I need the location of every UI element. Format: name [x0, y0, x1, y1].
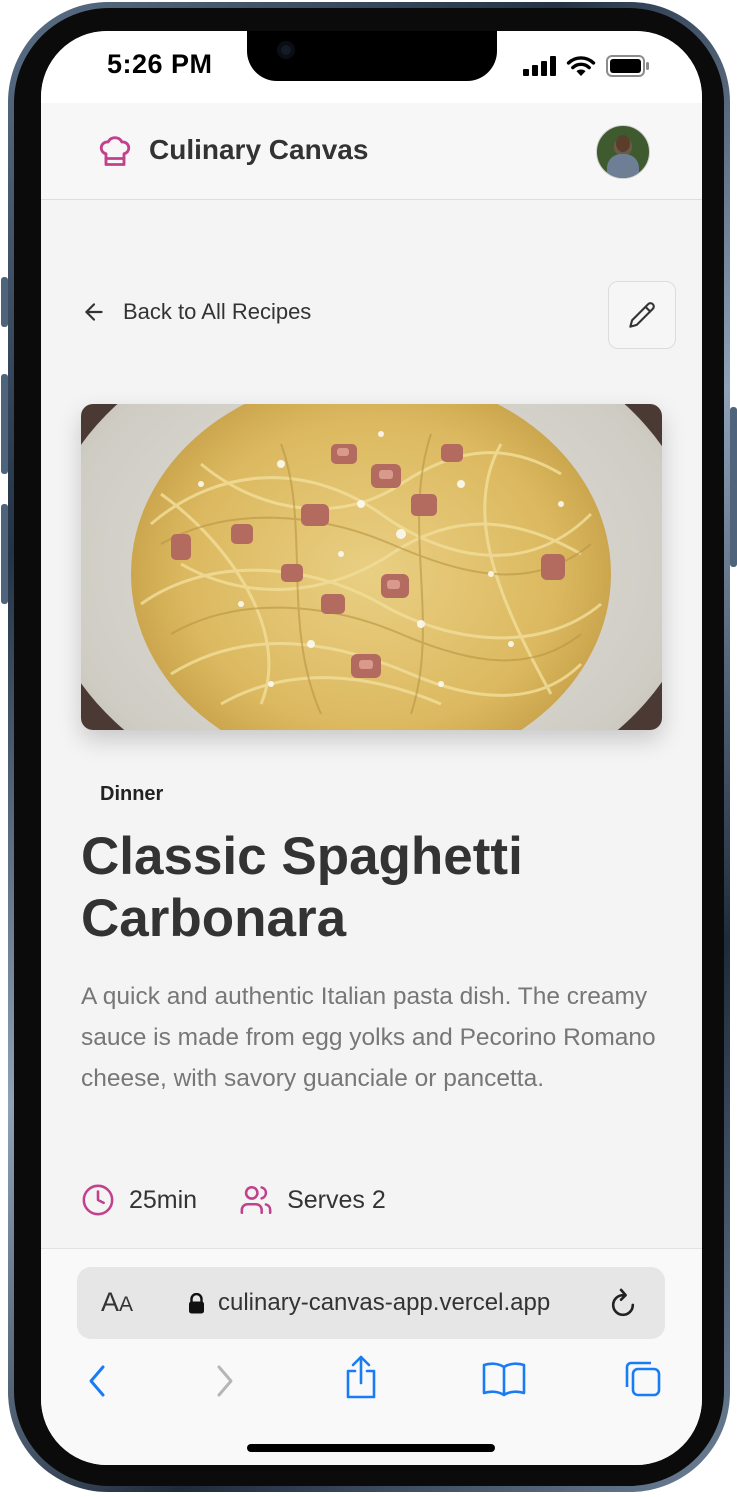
forward-icon[interactable]	[213, 1361, 237, 1401]
status-bar: 5:26 PM	[41, 31, 702, 103]
tabs-icon[interactable]	[623, 1359, 663, 1399]
power-button	[730, 407, 737, 567]
volume-down-button	[1, 504, 8, 604]
url-text[interactable]: culinary-canvas-app.vercel.app	[218, 1289, 550, 1317]
edit-recipe-button[interactable]	[608, 281, 676, 349]
signal-icon	[523, 56, 556, 76]
recipe-description: A quick and authentic Italian pasta dish…	[81, 983, 656, 1092]
back-to-recipes-link[interactable]: Back to All Recipes	[81, 299, 311, 325]
clock-icon	[82, 1184, 114, 1216]
app-header: Culinary Canvas	[41, 103, 702, 200]
recipe-title: Classic Spaghetti Carbonara	[81, 827, 523, 948]
volume-up-button	[1, 374, 8, 474]
phone-screen: 5:26 PM Culinary Canvas Back to All Reci…	[41, 31, 702, 1465]
user-avatar[interactable]	[596, 125, 650, 179]
wifi-icon	[566, 56, 596, 76]
recipe-image	[81, 404, 662, 730]
recipe-meta: 25min Serves 2	[81, 1183, 386, 1217]
avatar-body	[607, 154, 639, 178]
battery-icon	[606, 55, 649, 77]
arrow-left-icon	[85, 303, 103, 321]
status-time: 5:26 PM	[107, 49, 213, 79]
servings: Serves 2	[239, 1183, 386, 1217]
servings-value: Serves 2	[287, 1185, 386, 1214]
home-indicator[interactable]	[247, 1444, 495, 1452]
browser-toolbar	[41, 1355, 702, 1411]
app-title[interactable]: Culinary Canvas	[149, 134, 368, 166]
cook-time-value: 25min	[129, 1185, 198, 1214]
status-icons	[523, 55, 650, 77]
bookmarks-icon[interactable]	[481, 1359, 527, 1399]
recipe-category: Dinner	[100, 783, 164, 805]
browser-chrome: AA culinary-canvas-app.vercel.app	[41, 1248, 702, 1465]
share-icon[interactable]	[343, 1353, 379, 1401]
carbonara-illustration	[81, 404, 662, 730]
notch	[247, 31, 497, 81]
lock-icon	[189, 1293, 204, 1314]
front-camera	[277, 41, 295, 59]
chef-hat-icon[interactable]	[97, 133, 133, 169]
reload-icon[interactable]	[607, 1286, 639, 1320]
back-link-label: Back to All Recipes	[123, 299, 312, 324]
text-size-button[interactable]: AA	[101, 1287, 133, 1318]
pencil-icon	[629, 302, 655, 328]
silent-switch	[1, 277, 8, 327]
cook-time: 25min	[81, 1183, 197, 1217]
avatar-head	[616, 135, 630, 152]
back-icon[interactable]	[85, 1361, 109, 1401]
users-icon	[240, 1185, 272, 1215]
address-bar[interactable]: AA culinary-canvas-app.vercel.app	[77, 1267, 665, 1339]
